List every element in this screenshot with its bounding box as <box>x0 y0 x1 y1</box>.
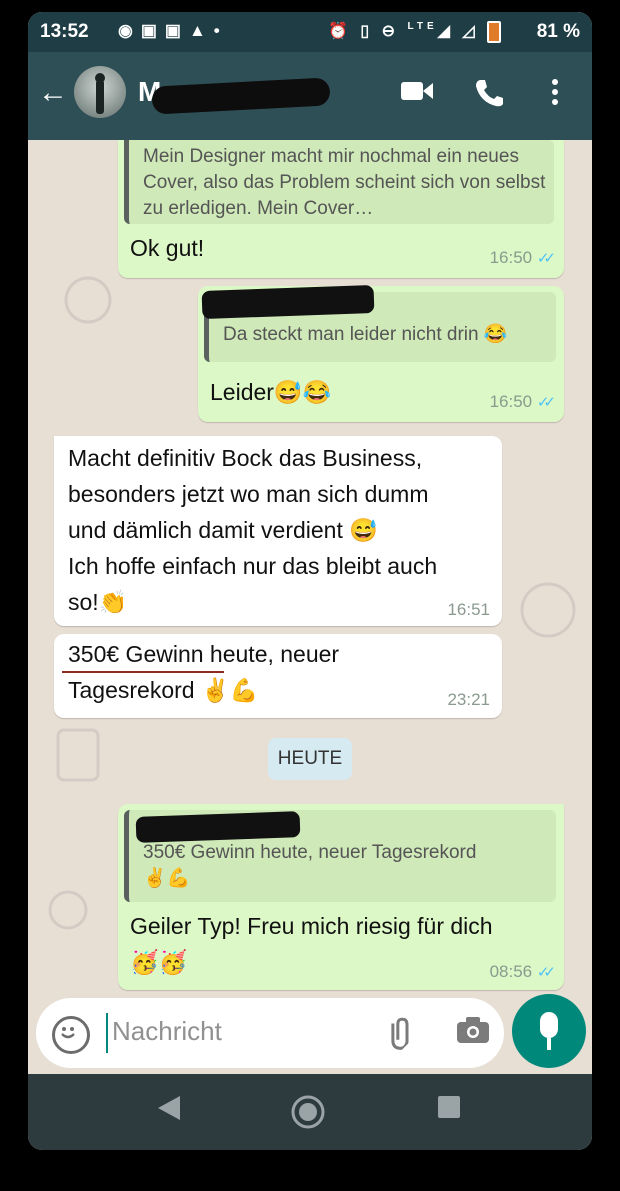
message-text: Geiler Typ! Freu mich riesig für dich 🥳🥳 <box>130 908 493 980</box>
video-call-icon[interactable] <box>400 78 434 111</box>
message-time: 16:51 <box>447 600 490 619</box>
system-icons: ⏰ ▯ ⊖ LTE◢ ◿ <box>328 21 502 43</box>
mic-button[interactable] <box>512 994 586 1068</box>
redaction-scribble <box>201 285 375 319</box>
system-nav-bar <box>28 1074 592 1150</box>
message-line: Macht definitiv Bock das Business, <box>68 445 423 471</box>
quoted-text: Da steckt man leider nicht drin 😂 <box>223 324 508 345</box>
home-circle-icon[interactable] <box>290 1094 326 1137</box>
quoted-text: Mein Designer macht mir nochmal ein neue… <box>143 146 546 219</box>
status-time: 13:52 <box>40 21 89 42</box>
quoted-emoji: ✌💪 <box>143 868 191 889</box>
message-line: Tagesrekord ✌💪 <box>68 677 259 703</box>
alarm-icon: ⏰ <box>328 23 352 41</box>
dnd-icon: ⊖ <box>381 23 400 41</box>
redaction-scribble <box>151 77 331 115</box>
message-line: so!👏 <box>68 589 128 615</box>
message-composer[interactable]: Nachricht <box>36 998 504 1068</box>
message-text: Ok gut! <box>130 235 205 261</box>
message-emoji: 🥳🥳 <box>130 949 188 975</box>
message-input[interactable]: Nachricht <box>112 1016 222 1047</box>
phone-call-icon[interactable] <box>474 78 504 115</box>
text-cursor <box>106 1013 108 1053</box>
warning-icon: ▲ <box>188 21 214 40</box>
avatar[interactable] <box>74 66 126 118</box>
battery-icon <box>487 21 502 43</box>
message-line: Geiler Typ! Freu mich riesig für dich <box>130 913 493 939</box>
message-line: 350€ Gewinn heute, neuer <box>68 641 340 667</box>
phone-screen: 13:52 ◉▣▣▲• ⏰ ▯ ⊖ LTE◢ ◿ 81 % ← M Mein D… <box>28 12 592 1150</box>
mic-icon <box>540 1012 558 1038</box>
recents-square-icon[interactable] <box>436 1094 462 1127</box>
read-receipt-icon: ✓✓ <box>536 394 556 411</box>
more-vert-icon[interactable] <box>550 78 560 113</box>
day-separator: HEUTE <box>268 738 352 780</box>
battery-level: 81 % <box>536 21 580 42</box>
person-silhouette-icon <box>95 73 105 114</box>
phone-cert-icon: ▣ <box>140 21 165 40</box>
message-line: und dämlich damit verdient 😅 <box>68 517 378 543</box>
message-line: besonders jetzt wo man sich dumm <box>68 481 429 507</box>
camera-icon[interactable] <box>456 1016 490 1051</box>
message-text: Leider😅😂 <box>210 379 332 405</box>
message-bubble-outgoing[interactable]: 350€ Gewinn heute, neuer Tagesrekord ✌💪 … <box>118 804 564 990</box>
attach-icon[interactable] <box>377 1011 424 1058</box>
message-time: 16:50 <box>489 248 533 267</box>
notification-icons: ◉▣▣▲• <box>118 21 228 41</box>
emoji-icon[interactable] <box>52 1016 90 1054</box>
message-bubble-outgoing[interactable]: M Da steckt man leider nicht drin 😂 Leid… <box>198 285 564 422</box>
phone-cert-icon: ▣ <box>164 21 189 40</box>
message-time: 16:50 <box>489 392 533 411</box>
message-time: 23:21 <box>447 690 490 709</box>
read-receipt-icon: ✓✓ <box>536 964 556 981</box>
message-bubble-outgoing[interactable]: Mein Designer macht mir nochmal ein neue… <box>118 140 564 278</box>
chat-area[interactable]: Mein Designer macht mir nochmal ein neue… <box>28 140 592 995</box>
signal-icon: ◿ <box>462 23 479 41</box>
status-bar: 13:52 ◉▣▣▲• ⏰ ▯ ⊖ LTE◢ ◿ 81 % <box>28 12 592 52</box>
message-bubble-incoming[interactable]: 350€ Gewinn heute, neuer Tagesrekord ✌💪 … <box>54 634 502 718</box>
message-time: 08:56 <box>489 962 533 981</box>
message-meta: 16:50 ✓✓ <box>489 248 556 268</box>
spotify-icon: ◉ <box>118 21 141 40</box>
back-triangle-icon[interactable] <box>156 1094 182 1129</box>
message-line: Ich hoffe einfach nur das bleibt auch <box>68 553 438 579</box>
dot-icon: • <box>213 21 228 40</box>
mic-stand <box>547 1038 551 1050</box>
vibrate-icon: ▯ <box>360 23 374 41</box>
message-meta: 16:50 ✓✓ <box>489 392 556 412</box>
message-meta: 08:56 ✓✓ <box>489 962 556 982</box>
quoted-text: 350€ Gewinn heute, neuer Tagesrekord <box>143 842 477 863</box>
lte-signal-icon: LTE◢ <box>407 21 454 41</box>
chat-header: ← M <box>28 52 592 140</box>
quoted-message[interactable]: Mein Designer macht mir nochmal ein neue… <box>124 140 554 224</box>
message-bubble-incoming[interactable]: Macht definitiv Bock das Business, beson… <box>54 436 502 626</box>
read-receipt-icon: ✓✓ <box>536 250 556 267</box>
back-arrow-icon[interactable]: ← <box>38 76 68 110</box>
message-text: Macht definitiv Bock das Business, beson… <box>68 440 498 620</box>
annotation-underline <box>62 671 224 673</box>
